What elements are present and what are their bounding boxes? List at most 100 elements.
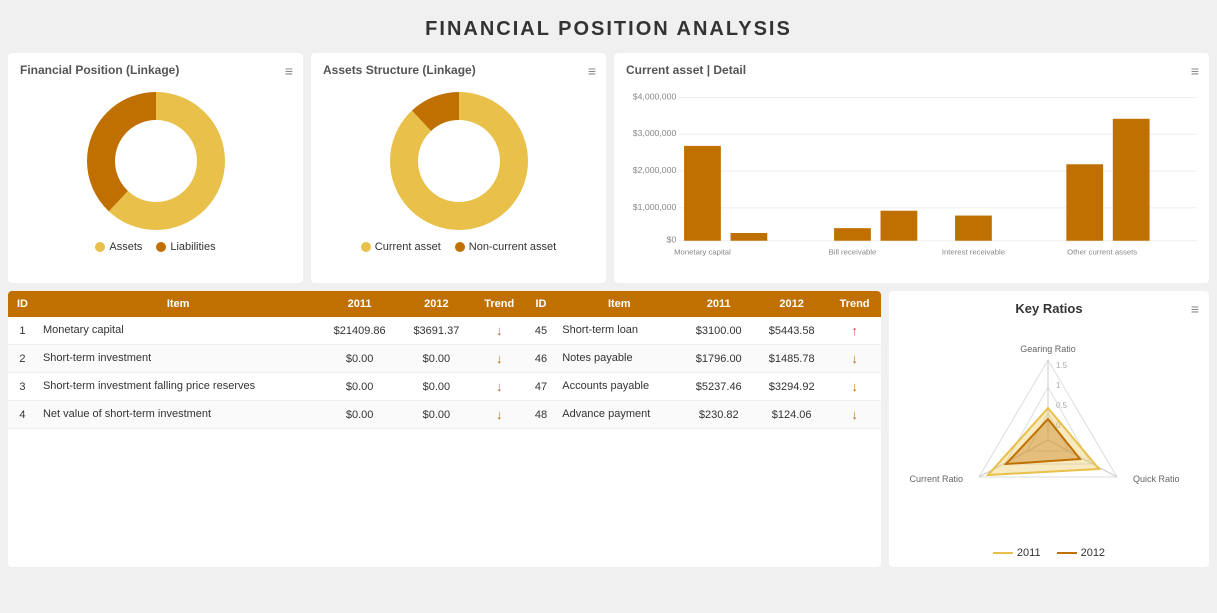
th-item-left: Item xyxy=(37,291,319,317)
th-2011-left: 2011 xyxy=(319,291,400,317)
cell-trend-right: ↓ xyxy=(828,345,881,373)
ca-bar-chart: $4,000,000 $3,000,000 $2,000,000 $1,000,… xyxy=(626,85,1197,260)
cell-2011-right: $230.82 xyxy=(682,401,755,429)
radar-legend: 2011 2012 xyxy=(901,547,1197,559)
radar-2012-label: 2012 xyxy=(1081,547,1105,559)
trend-down-icon: ↓ xyxy=(851,379,858,394)
cell-2012-left: $0.00 xyxy=(400,345,473,373)
svg-text:$0: $0 xyxy=(667,235,677,245)
data-table-section: ID Item 2011 2012 Trend ID Item 2011 201… xyxy=(8,291,881,567)
cell-trend-right: ↑ xyxy=(828,317,881,345)
svg-text:0.5: 0.5 xyxy=(1056,401,1068,410)
as-menu-icon[interactable]: ≡ xyxy=(588,63,596,79)
radar-chart: 1.5 1 0.5 0 Gearing Ratio Quick Ratio Cu… xyxy=(901,320,1196,540)
current-asset-card: Current asset | Detail ≡ $4,000,000 $3,0… xyxy=(614,53,1209,283)
ca-card-title: Current asset | Detail xyxy=(626,63,1197,77)
bar-interest-receivable xyxy=(955,216,992,241)
trend-down-icon: ↓ xyxy=(496,407,503,422)
key-ratios-menu-icon[interactable]: ≡ xyxy=(1191,301,1199,317)
cell-id-left: 2 xyxy=(8,345,37,373)
th-2011-right: 2011 xyxy=(682,291,755,317)
bar-monetary-capital xyxy=(684,146,721,241)
cell-trend-right: ↓ xyxy=(828,401,881,429)
cell-item-left: Monetary capital xyxy=(37,317,319,345)
as-current-dot xyxy=(361,242,371,252)
as-legend-noncurrent: Non-current asset xyxy=(455,241,556,253)
trend-down-icon: ↓ xyxy=(496,351,503,366)
cell-item-right: Accounts payable xyxy=(556,373,682,401)
top-charts-row: Financial Position (Linkage) ≡ Assets Li… xyxy=(0,53,1217,283)
page-title: FINANCIAL POSITION ANALYSIS xyxy=(0,0,1217,53)
data-table: ID Item 2011 2012 Trend ID Item 2011 201… xyxy=(8,291,881,429)
cell-2012-right: $124.06 xyxy=(755,401,828,429)
svg-text:Bill receivable: Bill receivable xyxy=(829,247,877,256)
svg-text:Monetary capital: Monetary capital xyxy=(674,247,731,256)
as-donut-container: Current asset Non-current asset xyxy=(323,83,594,253)
th-2012-left: 2012 xyxy=(400,291,473,317)
th-id-left: ID xyxy=(8,291,37,317)
as-noncurrent-dot xyxy=(455,242,465,252)
cell-trend-left: ↓ xyxy=(473,373,526,401)
bar-4 xyxy=(881,211,918,241)
cell-2012-left: $0.00 xyxy=(400,373,473,401)
th-id-right: ID xyxy=(526,291,557,317)
cell-2011-right: $3100.00 xyxy=(682,317,755,345)
as-current-label: Current asset xyxy=(375,241,441,253)
cell-item-left: Net value of short-term investment xyxy=(37,401,319,429)
cell-item-right: Short-term loan xyxy=(556,317,682,345)
fp-legend-assets: Assets xyxy=(95,241,142,253)
fp-menu-icon[interactable]: ≡ xyxy=(285,63,293,79)
radar-2011-label: 2011 xyxy=(1017,547,1041,559)
fp-donut-container: Assets Liabilities xyxy=(20,83,291,253)
svg-text:$3,000,000: $3,000,000 xyxy=(633,128,677,138)
fp-donut-chart xyxy=(76,91,236,231)
cell-id-right: 48 xyxy=(526,401,557,429)
radar-legend-2011: 2011 xyxy=(993,547,1041,559)
svg-text:$4,000,000: $4,000,000 xyxy=(633,91,677,101)
svg-text:Quick Ratio: Quick Ratio xyxy=(1133,474,1180,484)
table-row: 3 Short-term investment falling price re… xyxy=(8,373,881,401)
cell-trend-left: ↓ xyxy=(473,345,526,373)
trend-up-icon: ↑ xyxy=(851,323,858,338)
radar-legend-2012: 2012 xyxy=(1057,547,1105,559)
trend-down-icon: ↓ xyxy=(851,351,858,366)
cell-2011-right: $5237.46 xyxy=(682,373,755,401)
trend-down-icon: ↓ xyxy=(496,323,503,338)
cell-id-left: 3 xyxy=(8,373,37,401)
th-2012-right: 2012 xyxy=(755,291,828,317)
cell-2012-left: $0.00 xyxy=(400,401,473,429)
ca-menu-icon[interactable]: ≡ xyxy=(1191,63,1199,79)
fp-legend: Assets Liabilities xyxy=(95,241,215,253)
bottom-row: ID Item 2011 2012 Trend ID Item 2011 201… xyxy=(0,291,1217,575)
svg-text:Other current assets: Other current assets xyxy=(1067,247,1137,256)
key-ratios-title: Key Ratios xyxy=(901,301,1197,316)
cell-item-right: Notes payable xyxy=(556,345,682,373)
as-donut-chart xyxy=(379,91,539,231)
cell-2012-right: $5443.58 xyxy=(755,317,828,345)
as-legend: Current asset Non-current asset xyxy=(361,241,556,253)
radar-2012-line xyxy=(1057,552,1077,554)
cell-id-right: 47 xyxy=(526,373,557,401)
svg-text:Current Ratio: Current Ratio xyxy=(909,474,963,484)
th-trend-right: Trend xyxy=(828,291,881,317)
cell-id-right: 45 xyxy=(526,317,557,345)
fp-card-title: Financial Position (Linkage) xyxy=(20,63,291,77)
as-legend-current: Current asset xyxy=(361,241,441,253)
trend-down-icon: ↓ xyxy=(496,379,503,394)
bar-other-current-1 xyxy=(1066,164,1103,240)
cell-2011-left: $21409.86 xyxy=(319,317,400,345)
fp-assets-dot xyxy=(95,242,105,252)
table-header-row: ID Item 2011 2012 Trend ID Item 2011 201… xyxy=(8,291,881,317)
cell-item-right: Advance payment xyxy=(556,401,682,429)
svg-text:1.5: 1.5 xyxy=(1056,361,1068,370)
svg-text:Gearing Ratio: Gearing Ratio xyxy=(1020,344,1076,354)
cell-item-left: Short-term investment xyxy=(37,345,319,373)
cell-2011-left: $0.00 xyxy=(319,401,400,429)
cell-trend-left: ↓ xyxy=(473,317,526,345)
trend-down-icon: ↓ xyxy=(851,407,858,422)
bar-bill-receivable xyxy=(834,228,871,241)
key-ratios-card: ≡ Key Ratios 1.5 1 0.5 0 xyxy=(889,291,1209,567)
as-noncurrent-label: Non-current asset xyxy=(469,241,556,253)
cell-2012-right: $3294.92 xyxy=(755,373,828,401)
table-row: 4 Net value of short-term investment $0.… xyxy=(8,401,881,429)
